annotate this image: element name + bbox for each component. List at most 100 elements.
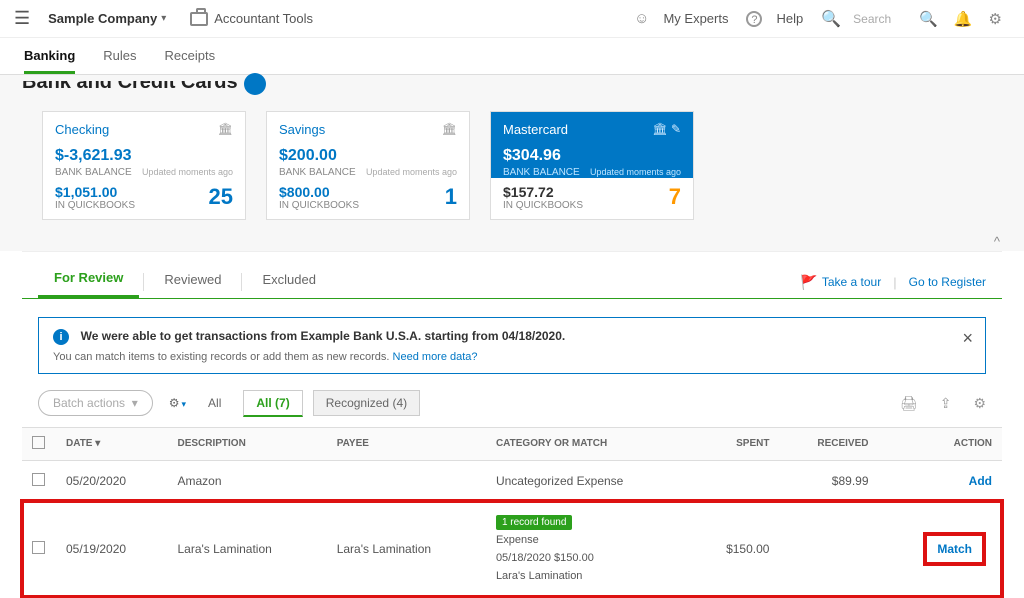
close-icon[interactable]: × — [962, 328, 973, 349]
col-spent: SPENT — [691, 427, 779, 460]
table-row-highlighted[interactable]: 05/19/2020 Lara's Lamination Lara's Lami… — [22, 501, 1002, 597]
bank-icon: 🏛 — [442, 122, 457, 136]
account-name: Mastercard — [503, 122, 568, 137]
tab-rules[interactable]: Rules — [103, 48, 136, 74]
export-icon[interactable]: ⇪ — [940, 395, 952, 412]
my-experts-link[interactable]: My Experts — [663, 11, 728, 26]
updated-label: Updated moments ago — [590, 167, 681, 177]
search-placeholder[interactable]: Search — [853, 12, 891, 26]
row-checkbox[interactable] — [32, 541, 45, 554]
filter-all[interactable]: All — [196, 391, 233, 415]
col-description: DESCRIPTION — [167, 427, 326, 460]
help-link[interactable]: Help — [776, 11, 803, 26]
bank-balance: $200.00 — [279, 147, 457, 165]
match-detail-type: Expense — [496, 533, 681, 548]
tour-icon: 🚩 — [800, 274, 817, 291]
help-icon[interactable]: ? — [746, 11, 762, 27]
account-count: 7 — [669, 184, 681, 210]
divider: | — [893, 275, 896, 290]
cell-category: Uncategorized Expense — [486, 460, 691, 501]
cell-date: 05/19/2020 — [56, 501, 167, 597]
banner-subtext: You can match items to existing records … — [53, 351, 393, 363]
match-button-highlight: Match — [923, 532, 986, 566]
accountant-tools-link[interactable]: Accountant Tools — [214, 11, 313, 26]
bank-balance: $-3,621.93 — [55, 147, 233, 165]
select-all-checkbox[interactable] — [32, 436, 45, 449]
banner-message: We were able to get transactions from Ex… — [81, 329, 566, 343]
person-icon: ☺ — [634, 10, 649, 27]
bank-balance-label: BANK BALANCE — [503, 167, 580, 178]
match-detail-payee: Lara's Lamination — [496, 569, 681, 584]
account-name: Checking — [55, 122, 109, 137]
table-settings-icon[interactable]: ⚙ — [973, 395, 986, 412]
bell-icon[interactable]: 🔔 — [954, 10, 973, 28]
cell-payee: Lara's Lamination — [327, 501, 486, 597]
need-more-data-link[interactable]: Need more data? — [393, 351, 478, 363]
bank-balance-label: BANK BALANCE — [55, 167, 132, 178]
tab-for-review[interactable]: For Review — [38, 266, 139, 298]
briefcase-icon[interactable] — [190, 12, 208, 26]
qb-balance: $1,051.00 — [55, 184, 233, 200]
account-count: 1 — [445, 184, 457, 210]
account-count: 25 — [209, 184, 233, 210]
search-icon-left[interactable]: 🔍 — [821, 9, 841, 29]
company-name[interactable]: Sample Company — [48, 11, 157, 26]
info-banner: i We were able to get transactions from … — [38, 317, 986, 374]
cell-description: Lara's Lamination — [167, 501, 326, 597]
info-icon: i — [53, 329, 69, 345]
account-card-checking[interactable]: Checking 🏛 $-3,621.93 BANK BALANCEUpdate… — [42, 111, 246, 220]
cell-description: Amazon — [167, 460, 326, 501]
col-date[interactable]: DATE ▾ — [56, 427, 167, 460]
match-button[interactable]: Match — [937, 542, 972, 556]
batch-actions-button[interactable]: Batch actions ▾ — [38, 390, 153, 416]
status-dot-icon — [244, 73, 266, 95]
col-action: ACTION — [879, 427, 1003, 460]
updated-label: Updated moments ago — [366, 167, 457, 177]
cell-payee — [327, 460, 486, 501]
gear-icon[interactable]: ⚙ — [989, 10, 1002, 28]
take-tour-link[interactable]: Take a tour — [822, 275, 881, 289]
tab-excluded[interactable]: Excluded — [246, 268, 331, 297]
col-received: RECEIVED — [779, 427, 878, 460]
company-caret-icon[interactable]: ▾ — [161, 13, 166, 24]
menu-icon[interactable]: ☰ — [14, 8, 30, 29]
tab-reviewed[interactable]: Reviewed — [148, 268, 237, 297]
search-icon-right[interactable]: 🔍 — [919, 10, 938, 28]
divider — [143, 273, 144, 291]
qb-balance-label: IN QUICKBOOKS — [55, 200, 233, 211]
tab-banking[interactable]: Banking — [24, 48, 75, 74]
match-detail-date-amt: 05/18/2020 $150.00 — [496, 551, 681, 566]
col-category: CATEGORY OR MATCH — [486, 427, 691, 460]
add-button[interactable]: Add — [969, 474, 992, 488]
qb-balance: $157.72 — [503, 184, 681, 200]
col-payee: PAYEE — [327, 427, 486, 460]
filter-recognized[interactable]: Recognized (4) — [313, 390, 420, 416]
bank-icon: 🏛 — [218, 122, 233, 136]
qb-balance: $800.00 — [279, 184, 457, 200]
bank-balance-label: BANK BALANCE — [279, 167, 356, 178]
cell-received — [779, 501, 878, 597]
bank-balance: $304.96 — [503, 147, 681, 165]
row-checkbox[interactable] — [32, 473, 45, 486]
qb-balance-label: IN QUICKBOOKS — [279, 200, 457, 211]
account-card-savings[interactable]: Savings 🏛 $200.00 BANK BALANCE Updated mo… — [266, 111, 470, 220]
collapse-caret-icon[interactable]: ^ — [994, 234, 1000, 249]
qb-balance-label: IN QUICKBOOKS — [503, 200, 681, 211]
transactions-table: DATE ▾ DESCRIPTION PAYEE CATEGORY OR MAT… — [22, 427, 1002, 598]
cell-received: $89.99 — [779, 460, 878, 501]
cell-category-match: 1 record found Expense 05/18/2020 $150.0… — [486, 501, 691, 597]
bank-icon: 🏛 ✎ — [652, 122, 681, 136]
go-to-register-link[interactable]: Go to Register — [909, 275, 986, 289]
filter-icon[interactable]: ⚙▾ — [169, 396, 186, 410]
account-name: Savings — [279, 122, 325, 137]
divider — [241, 273, 242, 291]
cell-spent — [691, 460, 779, 501]
record-found-badge: 1 record found — [496, 515, 573, 530]
account-card-mastercard[interactable]: Mastercard 🏛 ✎ $304.96 BANK BALANCE Updat… — [490, 111, 694, 220]
cell-date: 05/20/2020 — [56, 460, 167, 501]
print-icon[interactable]: 🖨 — [900, 395, 918, 412]
page-title: Bank and Credit Cards — [22, 71, 238, 94]
table-row[interactable]: 05/20/2020 Amazon Uncategorized Expense … — [22, 460, 1002, 501]
tab-receipts[interactable]: Receipts — [165, 48, 216, 74]
filter-all-count[interactable]: All (7) — [243, 390, 302, 417]
